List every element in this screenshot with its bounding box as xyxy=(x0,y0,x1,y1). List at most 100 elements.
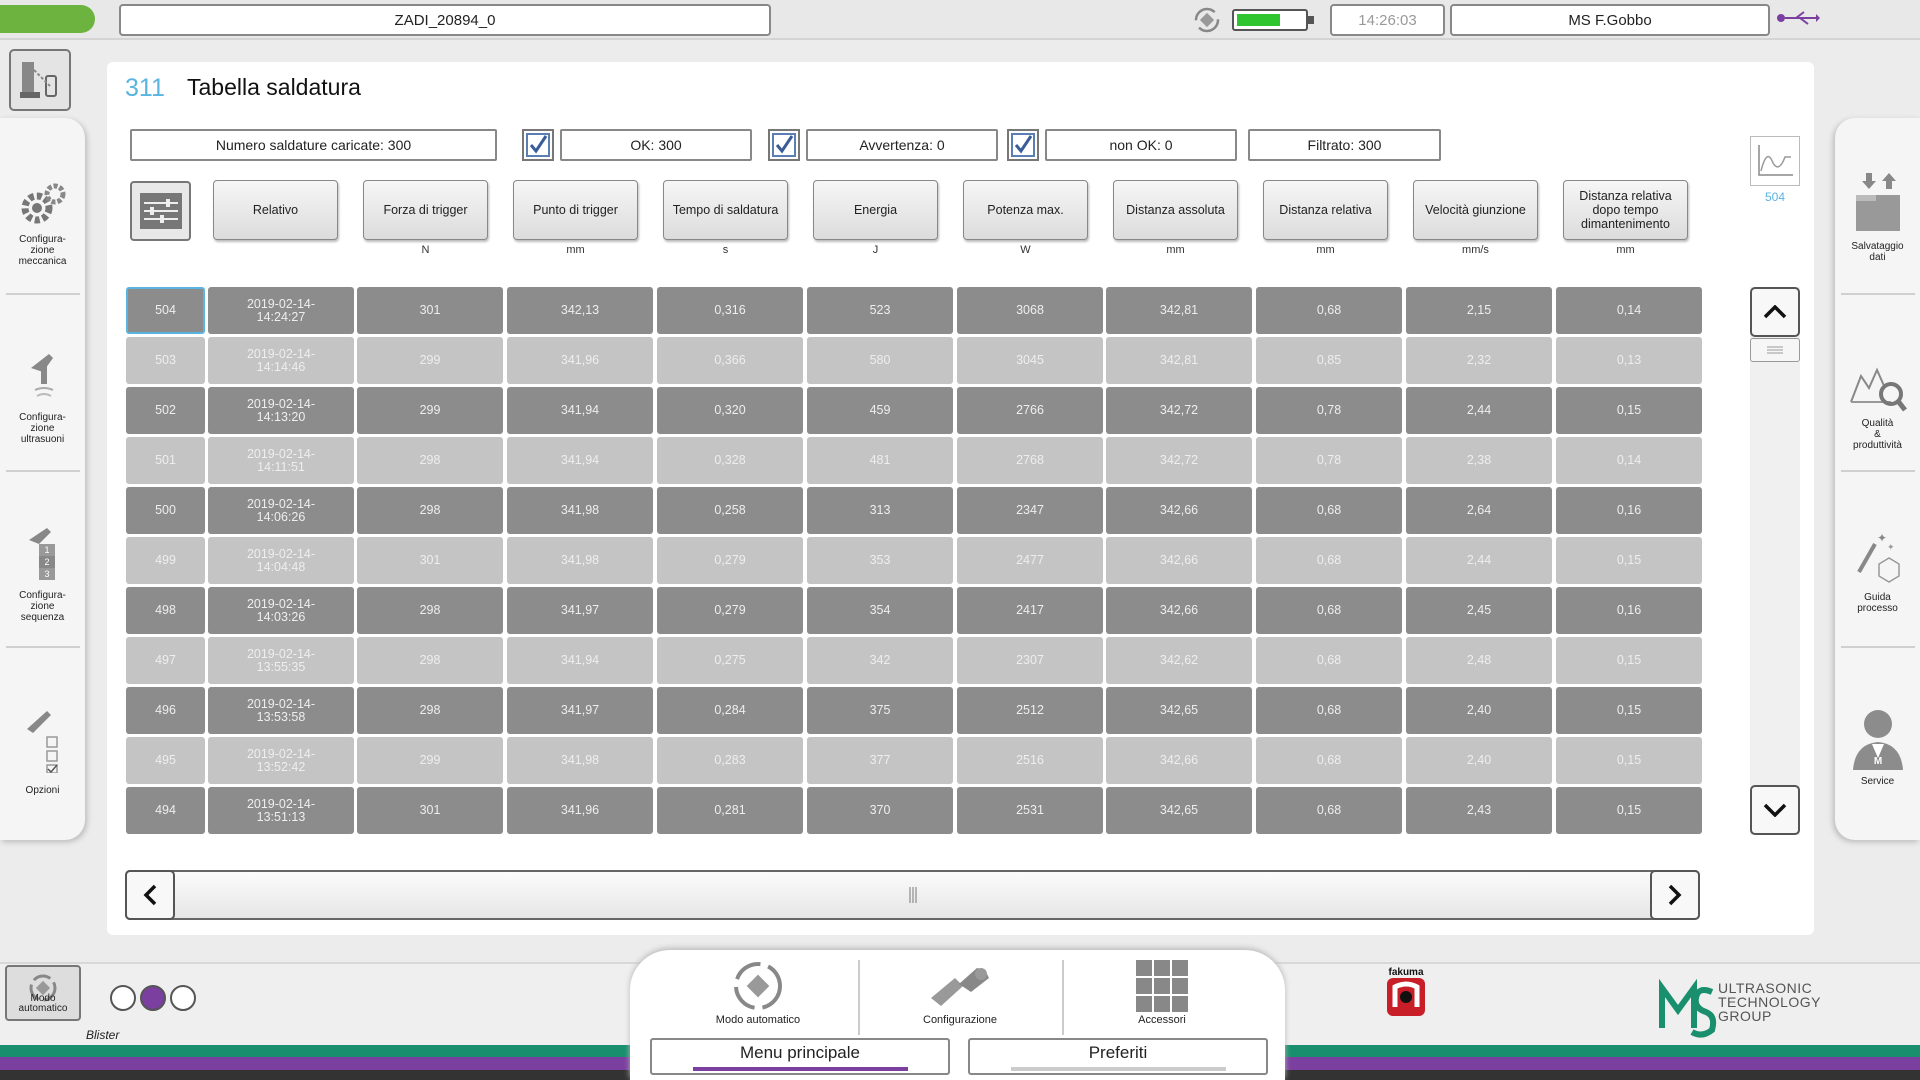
cell-value[interactable]: 342,72 xyxy=(1106,387,1252,434)
user-field[interactable]: MS F.Gobbo xyxy=(1450,4,1770,36)
warning-checkbox[interactable] xyxy=(768,129,800,161)
cell-value[interactable]: 377 xyxy=(807,737,953,784)
cell-timestamp[interactable]: 2019-02-14- 14:11:51 xyxy=(208,437,354,484)
column-header[interactable]: Potenza max. xyxy=(963,180,1088,240)
cell-value[interactable]: 2516 xyxy=(957,737,1103,784)
cell-value[interactable]: 342,66 xyxy=(1106,537,1252,584)
cell-weld-id[interactable]: 499 xyxy=(126,537,205,584)
column-header[interactable]: Punto di trigger xyxy=(513,180,638,240)
cell-value[interactable]: 313 xyxy=(807,487,953,534)
cell-value[interactable]: 2307 xyxy=(957,637,1103,684)
sidebar-item-ultrasonic-config[interactable]: Configura- zione ultrasuoni xyxy=(0,348,85,445)
cell-timestamp[interactable]: 2019-02-14- 14:24:27 xyxy=(208,287,354,334)
cell-value[interactable]: 459 xyxy=(807,387,953,434)
cell-value[interactable]: 0,316 xyxy=(657,287,803,334)
cell-timestamp[interactable]: 2019-02-14- 14:14:46 xyxy=(208,337,354,384)
cell-weld-id[interactable]: 503 xyxy=(126,337,205,384)
cell-weld-id[interactable]: 495 xyxy=(126,737,205,784)
cell-value[interactable]: 342,66 xyxy=(1106,487,1252,534)
column-header[interactable]: Tempo di saldatura xyxy=(663,180,788,240)
cell-timestamp[interactable]: 2019-02-14- 14:04:48 xyxy=(208,537,354,584)
cell-value[interactable]: 341,96 xyxy=(507,787,653,834)
column-header[interactable]: Energia xyxy=(813,180,938,240)
cell-value[interactable]: 342,81 xyxy=(1106,337,1252,384)
sidebar-item-quality[interactable]: Qualità & produttività xyxy=(1835,358,1920,451)
cell-value[interactable]: 2,38 xyxy=(1406,437,1552,484)
cell-value[interactable]: 353 xyxy=(807,537,953,584)
cell-value[interactable]: 341,96 xyxy=(507,337,653,384)
column-header[interactable]: Distanza assoluta xyxy=(1113,180,1238,240)
cell-value[interactable]: 0,275 xyxy=(657,637,803,684)
cell-value[interactable]: 580 xyxy=(807,337,953,384)
column-header[interactable]: Relativo xyxy=(213,180,338,240)
cell-value[interactable]: 0,328 xyxy=(657,437,803,484)
cell-value[interactable]: 341,94 xyxy=(507,637,653,684)
cell-value[interactable]: 342,62 xyxy=(1106,637,1252,684)
cell-value[interactable]: 299 xyxy=(357,387,503,434)
cell-weld-id[interactable]: 501 xyxy=(126,437,205,484)
cell-timestamp[interactable]: 2019-02-14- 14:06:26 xyxy=(208,487,354,534)
cell-value[interactable]: 342 xyxy=(807,637,953,684)
cell-value[interactable]: 341,98 xyxy=(507,537,653,584)
scroll-down-button[interactable] xyxy=(1750,785,1800,835)
cell-value[interactable]: 2766 xyxy=(957,387,1103,434)
cell-value[interactable]: 299 xyxy=(357,737,503,784)
scroll-right-button[interactable] xyxy=(1650,870,1700,920)
cell-value[interactable]: 2512 xyxy=(957,687,1103,734)
cell-value[interactable]: 2,32 xyxy=(1406,337,1552,384)
cell-value[interactable]: 2477 xyxy=(957,537,1103,584)
cell-value[interactable]: 341,98 xyxy=(507,487,653,534)
cell-value[interactable]: 0,85 xyxy=(1256,337,1402,384)
machine-home-button[interactable] xyxy=(9,49,71,111)
cell-value[interactable]: 342,81 xyxy=(1106,287,1252,334)
cell-value[interactable]: 2768 xyxy=(957,437,1103,484)
column-header[interactable]: Velocità giunzione xyxy=(1413,180,1538,240)
cell-value[interactable]: 301 xyxy=(357,537,503,584)
cell-value[interactable]: 2,43 xyxy=(1406,787,1552,834)
cell-value[interactable]: 0,13 xyxy=(1556,337,1702,384)
sidebar-item-process-guide[interactable]: ✦ ✦ Guida processo xyxy=(1835,528,1920,614)
cell-value[interactable]: 341,97 xyxy=(507,587,653,634)
cell-value[interactable]: 0,15 xyxy=(1556,787,1702,834)
ok-checkbox[interactable] xyxy=(522,129,554,161)
horizontal-scroll-thumb-grip[interactable] xyxy=(908,886,918,904)
cell-value[interactable]: 0,68 xyxy=(1256,537,1402,584)
cell-value[interactable]: 0,284 xyxy=(657,687,803,734)
nav-accessories[interactable]: Accessori xyxy=(1062,958,1262,1026)
tab-favorites[interactable]: Preferiti xyxy=(968,1038,1268,1075)
cell-value[interactable]: 2347 xyxy=(957,487,1103,534)
cell-value[interactable]: 2,45 xyxy=(1406,587,1552,634)
cell-value[interactable]: 0,15 xyxy=(1556,637,1702,684)
scroll-up-button[interactable] xyxy=(1750,287,1800,337)
cell-value[interactable]: 0,68 xyxy=(1256,287,1402,334)
cell-value[interactable]: 298 xyxy=(357,587,503,634)
cell-value[interactable]: 0,16 xyxy=(1556,587,1702,634)
column-header[interactable]: Forza di trigger xyxy=(363,180,488,240)
cell-value[interactable]: 342,72 xyxy=(1106,437,1252,484)
vertical-scrollbar[interactable] xyxy=(1750,287,1800,835)
cell-value[interactable]: 0,68 xyxy=(1256,687,1402,734)
cell-timestamp[interactable]: 2019-02-14- 13:55:35 xyxy=(208,637,354,684)
cell-timestamp[interactable]: 2019-02-14- 14:03:26 xyxy=(208,587,354,634)
cell-value[interactable]: 2417 xyxy=(957,587,1103,634)
cell-value[interactable]: 0,14 xyxy=(1556,437,1702,484)
cell-value[interactable]: 0,281 xyxy=(657,787,803,834)
cell-value[interactable]: 298 xyxy=(357,687,503,734)
cell-value[interactable]: 0,68 xyxy=(1256,487,1402,534)
cell-value[interactable]: 354 xyxy=(807,587,953,634)
scroll-left-button[interactable] xyxy=(125,870,175,920)
cell-value[interactable]: 3045 xyxy=(957,337,1103,384)
cell-weld-id[interactable]: 494 xyxy=(126,787,205,834)
cell-value[interactable]: 2,40 xyxy=(1406,687,1552,734)
cell-value[interactable]: 0,78 xyxy=(1256,437,1402,484)
graph-button[interactable] xyxy=(1750,136,1800,186)
cell-value[interactable]: 298 xyxy=(357,487,503,534)
cell-value[interactable]: 0,68 xyxy=(1256,637,1402,684)
cell-value[interactable]: 481 xyxy=(807,437,953,484)
cell-timestamp[interactable]: 2019-02-14- 13:52:42 xyxy=(208,737,354,784)
cell-value[interactable]: 0,68 xyxy=(1256,587,1402,634)
cell-value[interactable]: 0,320 xyxy=(657,387,803,434)
cell-value[interactable]: 0,283 xyxy=(657,737,803,784)
cell-value[interactable]: 0,279 xyxy=(657,537,803,584)
cell-value[interactable]: 2531 xyxy=(957,787,1103,834)
